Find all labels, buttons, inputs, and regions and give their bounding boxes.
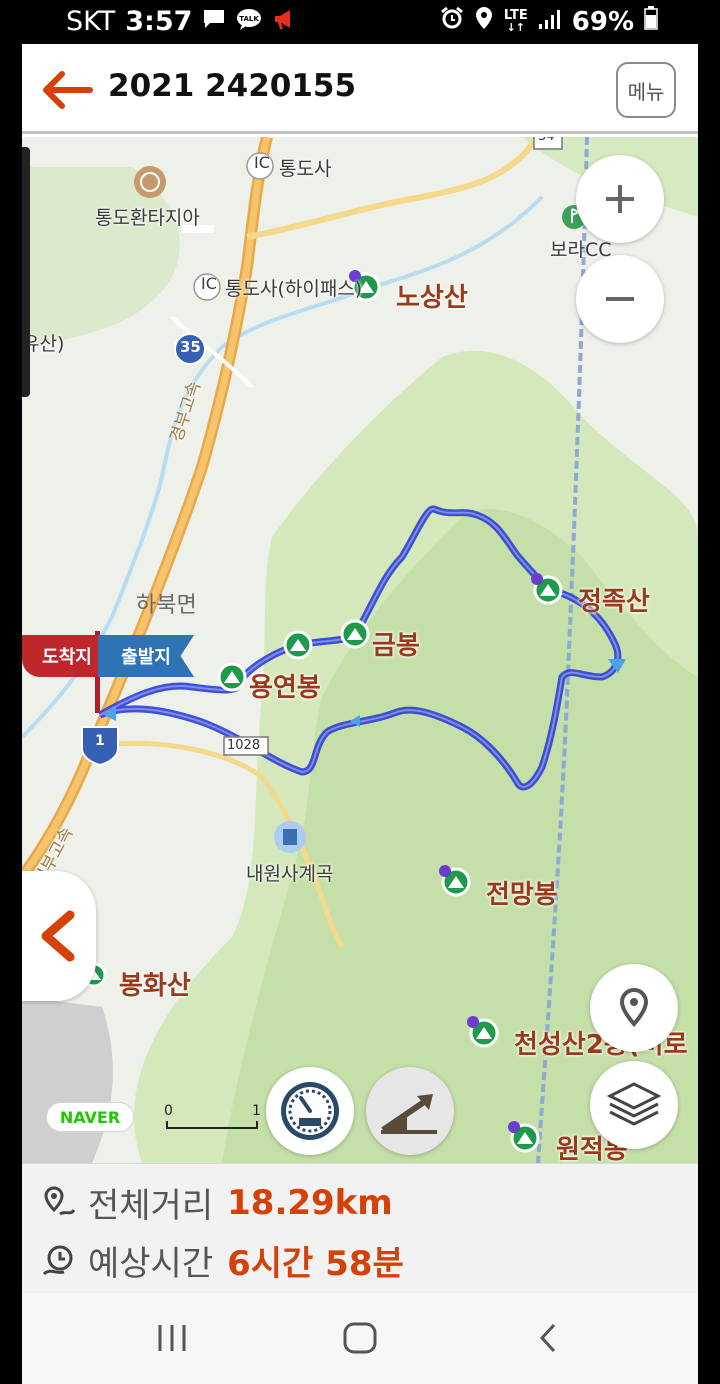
layers-icon (606, 1082, 662, 1126)
megaphone-icon (272, 6, 296, 37)
route-number-34: 34 (538, 137, 555, 144)
scale-start: 0 (164, 1103, 173, 1119)
peak-label-nosangsan: 노상산 (396, 283, 468, 313)
drawer-handle[interactable] (22, 147, 30, 397)
road-34 (246, 137, 540, 240)
distance-label: 전체거리 (88, 1186, 214, 1226)
time-row: 예상시간 6시간 58분 (42, 1236, 404, 1285)
lte-icon: LTE ↓↑ (503, 7, 528, 34)
scale-end: 1 (252, 1103, 261, 1119)
chevron-left-icon (41, 910, 75, 962)
side-panel-toggle[interactable] (22, 871, 96, 1001)
peak-label-jeonmangbong: 전망봉 (486, 880, 558, 910)
location-icon (474, 6, 494, 37)
route-distance-icon (44, 1185, 76, 1215)
estimated-time-icon (42, 1245, 73, 1275)
layers-button[interactable] (590, 1061, 678, 1149)
scale-bar (166, 1121, 258, 1129)
recent-apps-button[interactable] (152, 1323, 192, 1357)
clock: 3:57 (125, 6, 193, 37)
home-icon (343, 1322, 377, 1354)
gauge-button[interactable] (266, 1067, 354, 1155)
map-pin-icon (619, 987, 649, 1027)
recent-apps-icon (158, 1325, 186, 1351)
back-button[interactable] (38, 68, 94, 112)
status-right: LTE ↓↑ 69% (440, 6, 658, 37)
time-label: 예상시간 (88, 1244, 214, 1284)
plus-icon (606, 185, 634, 213)
menu-button[interactable]: 메뉴 (616, 62, 676, 118)
naver-logo: NAVER (46, 1102, 134, 1132)
elevation-button[interactable] (366, 1067, 454, 1155)
page-title: 2021 2420155 (108, 68, 357, 104)
ferris-wheel-icon (134, 166, 166, 198)
distance-row: 전체거리 18.29km (42, 1178, 393, 1227)
peak-label-jeongjoksan: 정족산 (578, 587, 650, 617)
peak-label-geumbong: 금봉 (372, 631, 420, 661)
rocky-area (22, 997, 113, 1163)
peak-label-yongyeonbong: 용연봉 (249, 673, 321, 703)
minus-icon (606, 297, 634, 301)
map-label-tongdo-fantasia: 통도환타지아 (95, 207, 200, 229)
alarm-icon (440, 6, 464, 37)
elevation-icon (381, 1094, 437, 1134)
map-label-ic-tongdosa: 통도사 (279, 158, 332, 180)
signal-icon (538, 7, 562, 37)
distance-value: 18.29km (227, 1182, 393, 1223)
route-number-1028: 1028 (227, 738, 261, 753)
departure-flag[interactable]: 출발지 (98, 635, 194, 677)
back-nav-button[interactable] (534, 1321, 564, 1359)
status-bar: SKT 3:57 TALK LTE ↓↑ 69% (0, 0, 720, 44)
route-number-1: 1 (95, 733, 105, 749)
map-scale: 0 1 (164, 1103, 261, 1131)
temple-icon (274, 821, 306, 853)
route-info-panel: 전체거리 18.29km 예상시간 6시간 58분 (22, 1163, 698, 1293)
zoom-in-button[interactable] (576, 155, 664, 243)
message-icon (202, 6, 226, 37)
peak-marker-middle[interactable] (283, 630, 313, 660)
peak-marker-geumbong[interactable] (340, 619, 370, 649)
map-label-habuk-myeon: 하북면 (136, 593, 197, 618)
back-chevron-icon (539, 1323, 556, 1353)
svg-text:TALK: TALK (240, 15, 260, 23)
battery-percent: 69% (571, 6, 634, 37)
battery-icon (644, 6, 658, 37)
system-nav-bar (22, 1293, 698, 1384)
ic-badge: IC (201, 274, 217, 293)
zoom-out-button[interactable] (576, 255, 664, 343)
map-view[interactable]: IC 통도사 IC 통도사(하이패스) 통도환타지아 보라CC 34 35 1 … (22, 137, 698, 1163)
map-label-ic-tongdosa-hipass: 통도사(하이패스) (225, 278, 363, 300)
home-button[interactable] (342, 1321, 378, 1359)
route-number-35: 35 (180, 338, 201, 356)
back-arrow-icon (43, 71, 93, 109)
my-location-button[interactable] (590, 964, 678, 1052)
carrier-name: SKT (66, 6, 116, 37)
time-value: 6시간 58분 (227, 1244, 404, 1284)
kakaotalk-icon: TALK (236, 6, 262, 37)
app-header: 2021 2420155 메뉴 (22, 44, 698, 134)
app-frame: 2021 2420155 메뉴 IC 통도사 IC 통도사(하이패스) 통도환타… (22, 44, 698, 1384)
ic-badge: IC (254, 153, 270, 172)
map-label-naewonsa-valley: 내원사계곡 (246, 863, 334, 885)
peak-marker-yongyeonbong[interactable] (217, 662, 247, 692)
status-left: SKT 3:57 TALK (66, 6, 296, 37)
peak-label-bonghwasan: 봉화산 (119, 971, 191, 1001)
speedometer-icon (281, 1082, 339, 1140)
